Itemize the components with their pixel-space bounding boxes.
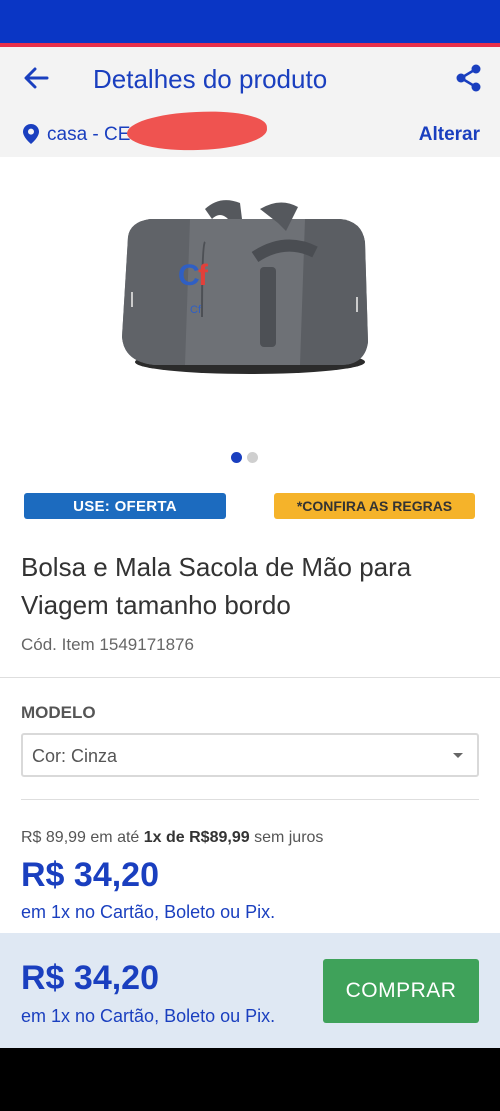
- svg-text:Cf: Cf: [190, 304, 202, 316]
- app-header: Detalhes do produto: [0, 47, 500, 109]
- svg-text:f: f: [198, 259, 209, 292]
- footer-price: R$ 34,20: [21, 959, 159, 997]
- installment-prefix: em até: [90, 829, 140, 846]
- share-icon: [456, 64, 481, 92]
- divider: [0, 677, 500, 678]
- installment-info: R$ 89,99 em até 1x de R$89,99 sem juros: [21, 828, 323, 848]
- rules-badge-label: *CONFIRA AS REGRAS: [296, 498, 453, 514]
- dropdown-arrow-icon: [453, 753, 463, 758]
- offer-badge-label: USE: OFERTA: [73, 497, 177, 515]
- location-pin-icon: [23, 124, 39, 144]
- gallery-dot-active[interactable]: [231, 452, 242, 463]
- back-button[interactable]: [18, 63, 54, 93]
- buy-bar: R$ 34,20 em 1x no Cartão, Boleto ou Pix.…: [0, 933, 500, 1048]
- buy-button[interactable]: COMPRAR: [323, 959, 479, 1023]
- variant-select[interactable]: Cor: Cinza: [21, 733, 479, 777]
- system-nav-bar: [0, 1048, 500, 1111]
- arrow-left-icon: [24, 67, 49, 89]
- status-bar: [0, 0, 500, 43]
- payment-note: em 1x no Cartão, Boleto ou Pix.: [21, 902, 276, 922]
- item-code: Cód. Item 1549171876: [21, 635, 194, 654]
- installment-suffix: sem juros: [254, 829, 324, 846]
- divider: [21, 799, 479, 800]
- old-price: R$ 89,99: [21, 829, 86, 846]
- installment-value: 1x de R$89,99: [143, 829, 250, 846]
- rules-badge[interactable]: *CONFIRA AS REGRAS: [274, 493, 475, 519]
- current-price: R$ 34,20: [21, 856, 159, 894]
- product-image: C f Cf: [122, 200, 368, 374]
- gallery-dot[interactable]: [247, 452, 258, 463]
- variant-selected-value: Cor: Cinza: [32, 746, 118, 766]
- product-title: Bolsa e Mala Sacola de Mão para Viagem t…: [21, 552, 412, 620]
- buy-button-label: COMPRAR: [345, 979, 457, 1002]
- footer-payment-note: em 1x no Cartão, Boleto ou Pix.: [21, 1006, 276, 1026]
- offer-badge: USE: OFERTA: [24, 493, 226, 519]
- page-title: Detalhes do produto: [93, 64, 328, 94]
- share-button[interactable]: [452, 63, 486, 93]
- change-location-link[interactable]: Alterar: [419, 123, 480, 147]
- product-gallery[interactable]: C f Cf: [0, 157, 500, 477]
- delivery-location: casa - CE: [47, 124, 131, 145]
- variant-label: MODELO: [21, 703, 96, 722]
- svg-text:C: C: [178, 259, 200, 292]
